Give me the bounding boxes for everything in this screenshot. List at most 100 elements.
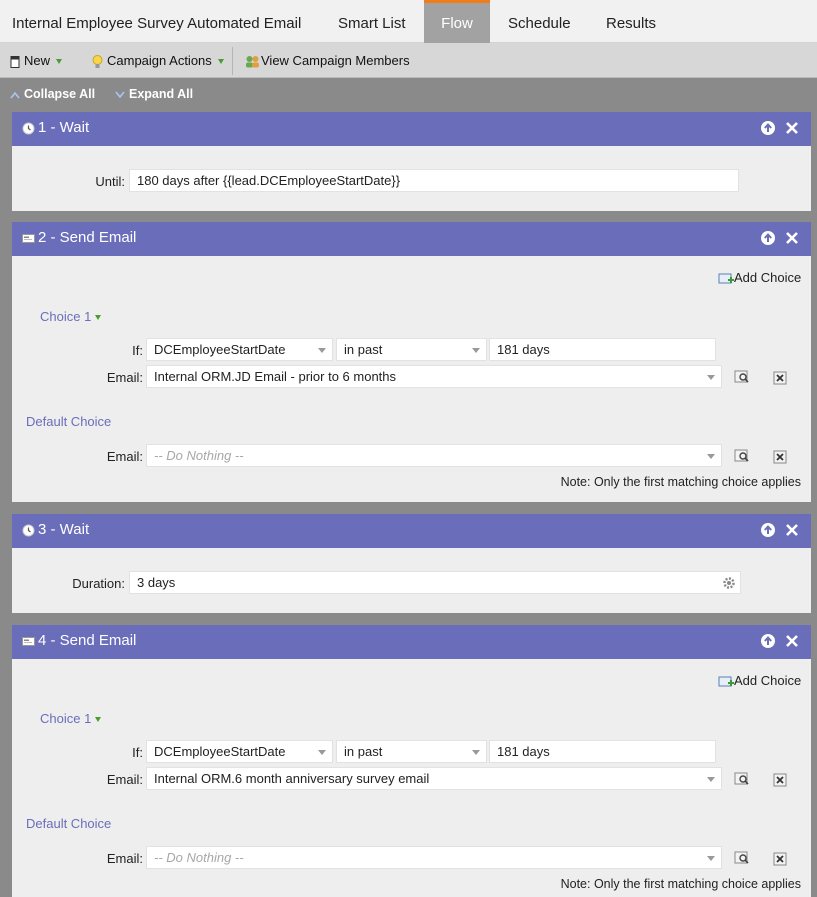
campaign-name-title: Internal Employee Survey Automated Email — [12, 15, 302, 32]
add-choice-button[interactable]: Add Choice — [718, 270, 801, 286]
choice-1-label[interactable]: Choice 1 — [40, 309, 102, 324]
if-value-input[interactable]: 181 days — [489, 740, 716, 763]
default-choice-label: Default Choice — [26, 414, 112, 429]
step-header: 1 - Wait — [12, 112, 811, 146]
default-email-select[interactable]: -- Do Nothing -- — [146, 846, 722, 869]
add-choice-button[interactable]: Add Choice — [718, 673, 801, 689]
chevron-down-icon — [95, 717, 102, 723]
if-label: If: — [132, 343, 143, 358]
default-email-label: Email: — [106, 449, 143, 464]
chevron-down-icon — [472, 348, 480, 353]
chevron-down-icon — [707, 856, 715, 861]
flow-step-2: 2 - Send Email Add Choice Choice 1 If: D… — [12, 222, 811, 502]
email-label: Email: — [106, 772, 143, 787]
collapse-icon — [10, 91, 20, 99]
chevron-down-icon — [318, 348, 326, 353]
tab-results[interactable]: Results — [606, 0, 656, 43]
tab-flow[interactable]: Flow — [424, 0, 490, 43]
remove-choice-icon[interactable] — [772, 772, 788, 788]
chevron-down-icon — [707, 454, 715, 459]
close-icon[interactable] — [784, 120, 800, 136]
add-choice-icon — [718, 676, 734, 687]
if-field-select[interactable]: DCEmployeeStartDate — [146, 338, 333, 361]
tab-schedule[interactable]: Schedule — [508, 0, 571, 43]
add-choice-label: Add Choice — [734, 673, 802, 688]
flow-step-4: 4 - Send Email Add Choice Choice 1 If: D… — [12, 625, 811, 897]
campaign-actions-label: Campaign Actions — [107, 53, 212, 68]
duration-input[interactable]: 3 days — [129, 571, 741, 594]
step-header: 4 - Send Email — [12, 625, 811, 659]
email-icon — [22, 637, 35, 646]
add-choice-icon — [718, 273, 734, 284]
email-select[interactable]: Internal ORM.6 month anniversary survey … — [146, 767, 722, 790]
until-label: Until: — [95, 174, 125, 189]
collapse-all-label: Collapse All — [24, 87, 96, 101]
email-icon — [22, 234, 35, 243]
new-button[interactable]: New — [10, 43, 63, 78]
gear-icon[interactable] — [722, 576, 736, 590]
step-title: 2 - Send Email — [38, 229, 137, 246]
lightbulb-icon — [92, 54, 103, 68]
clock-icon — [22, 122, 35, 135]
flow-step-3: 3 - Wait Duration: 3 days — [12, 514, 811, 613]
preview-icon[interactable] — [734, 448, 750, 464]
step-header: 2 - Send Email — [12, 222, 811, 256]
until-input[interactable]: 180 days after {{lead.DCEmployeeStartDat… — [129, 169, 739, 192]
email-label: Email: — [106, 370, 143, 385]
move-up-icon[interactable] — [760, 633, 776, 649]
choice-1-label[interactable]: Choice 1 — [40, 711, 102, 726]
step-header: 3 - Wait — [12, 514, 811, 548]
move-up-icon[interactable] — [760, 120, 776, 136]
chevron-down-icon — [56, 59, 63, 65]
campaign-actions-button[interactable]: Campaign Actions — [92, 43, 224, 78]
toolbar: New Campaign Actions View Campaign Membe… — [0, 43, 817, 78]
clock-icon — [22, 524, 35, 537]
preview-icon[interactable] — [734, 369, 750, 385]
move-up-icon[interactable] — [760, 230, 776, 246]
close-icon[interactable] — [784, 522, 800, 538]
if-operator-select[interactable]: in past — [336, 740, 487, 763]
collapse-bar: Collapse All Expand All — [0, 79, 817, 110]
remove-choice-icon[interactable] — [772, 449, 788, 465]
close-icon[interactable] — [784, 633, 800, 649]
if-value-input[interactable]: 181 days — [489, 338, 716, 361]
remove-choice-icon[interactable] — [772, 851, 788, 867]
toolbar-divider — [232, 47, 233, 75]
new-label: New — [24, 53, 51, 68]
chevron-down-icon — [707, 777, 715, 782]
preview-icon[interactable] — [734, 771, 750, 787]
note-text: Note: Only the first matching choice app… — [560, 475, 801, 489]
step-title: 4 - Send Email — [38, 632, 137, 649]
email-select[interactable]: Internal ORM.JD Email - prior to 6 month… — [146, 365, 722, 388]
view-campaign-members-button[interactable]: View Campaign Members — [245, 43, 410, 78]
duration-label: Duration: — [72, 576, 125, 591]
chevron-down-icon — [217, 59, 224, 65]
if-operator-select[interactable]: in past — [336, 338, 487, 361]
people-icon — [246, 56, 259, 68]
step-title: 3 - Wait — [38, 521, 90, 538]
tab-bar: Internal Employee Survey Automated Email… — [0, 0, 817, 43]
remove-choice-icon[interactable] — [772, 370, 788, 386]
chevron-down-icon — [95, 315, 102, 321]
move-up-icon[interactable] — [760, 522, 776, 538]
if-label: If: — [132, 745, 143, 760]
chevron-down-icon — [472, 750, 480, 755]
preview-icon[interactable] — [734, 850, 750, 866]
add-choice-label: Add Choice — [734, 270, 802, 285]
expand-all-button[interactable]: Expand All — [115, 79, 193, 110]
step-title: 1 - Wait — [38, 119, 90, 136]
note-text: Note: Only the first matching choice app… — [560, 877, 801, 891]
expand-all-label: Expand All — [129, 87, 194, 101]
view-campaign-members-label: View Campaign Members — [261, 53, 410, 68]
flow-step-1: 1 - Wait Until: 180 days after {{lead.DC… — [12, 112, 811, 211]
default-choice-label: Default Choice — [26, 816, 112, 831]
default-email-select[interactable]: -- Do Nothing -- — [146, 444, 722, 467]
default-email-label: Email: — [106, 851, 143, 866]
expand-icon — [115, 91, 125, 98]
tab-smart-list[interactable]: Smart List — [338, 0, 406, 43]
chevron-down-icon — [707, 375, 715, 380]
collapse-all-button[interactable]: Collapse All — [10, 79, 95, 110]
if-field-select[interactable]: DCEmployeeStartDate — [146, 740, 333, 763]
close-icon[interactable] — [784, 230, 800, 246]
document-icon — [10, 55, 20, 68]
